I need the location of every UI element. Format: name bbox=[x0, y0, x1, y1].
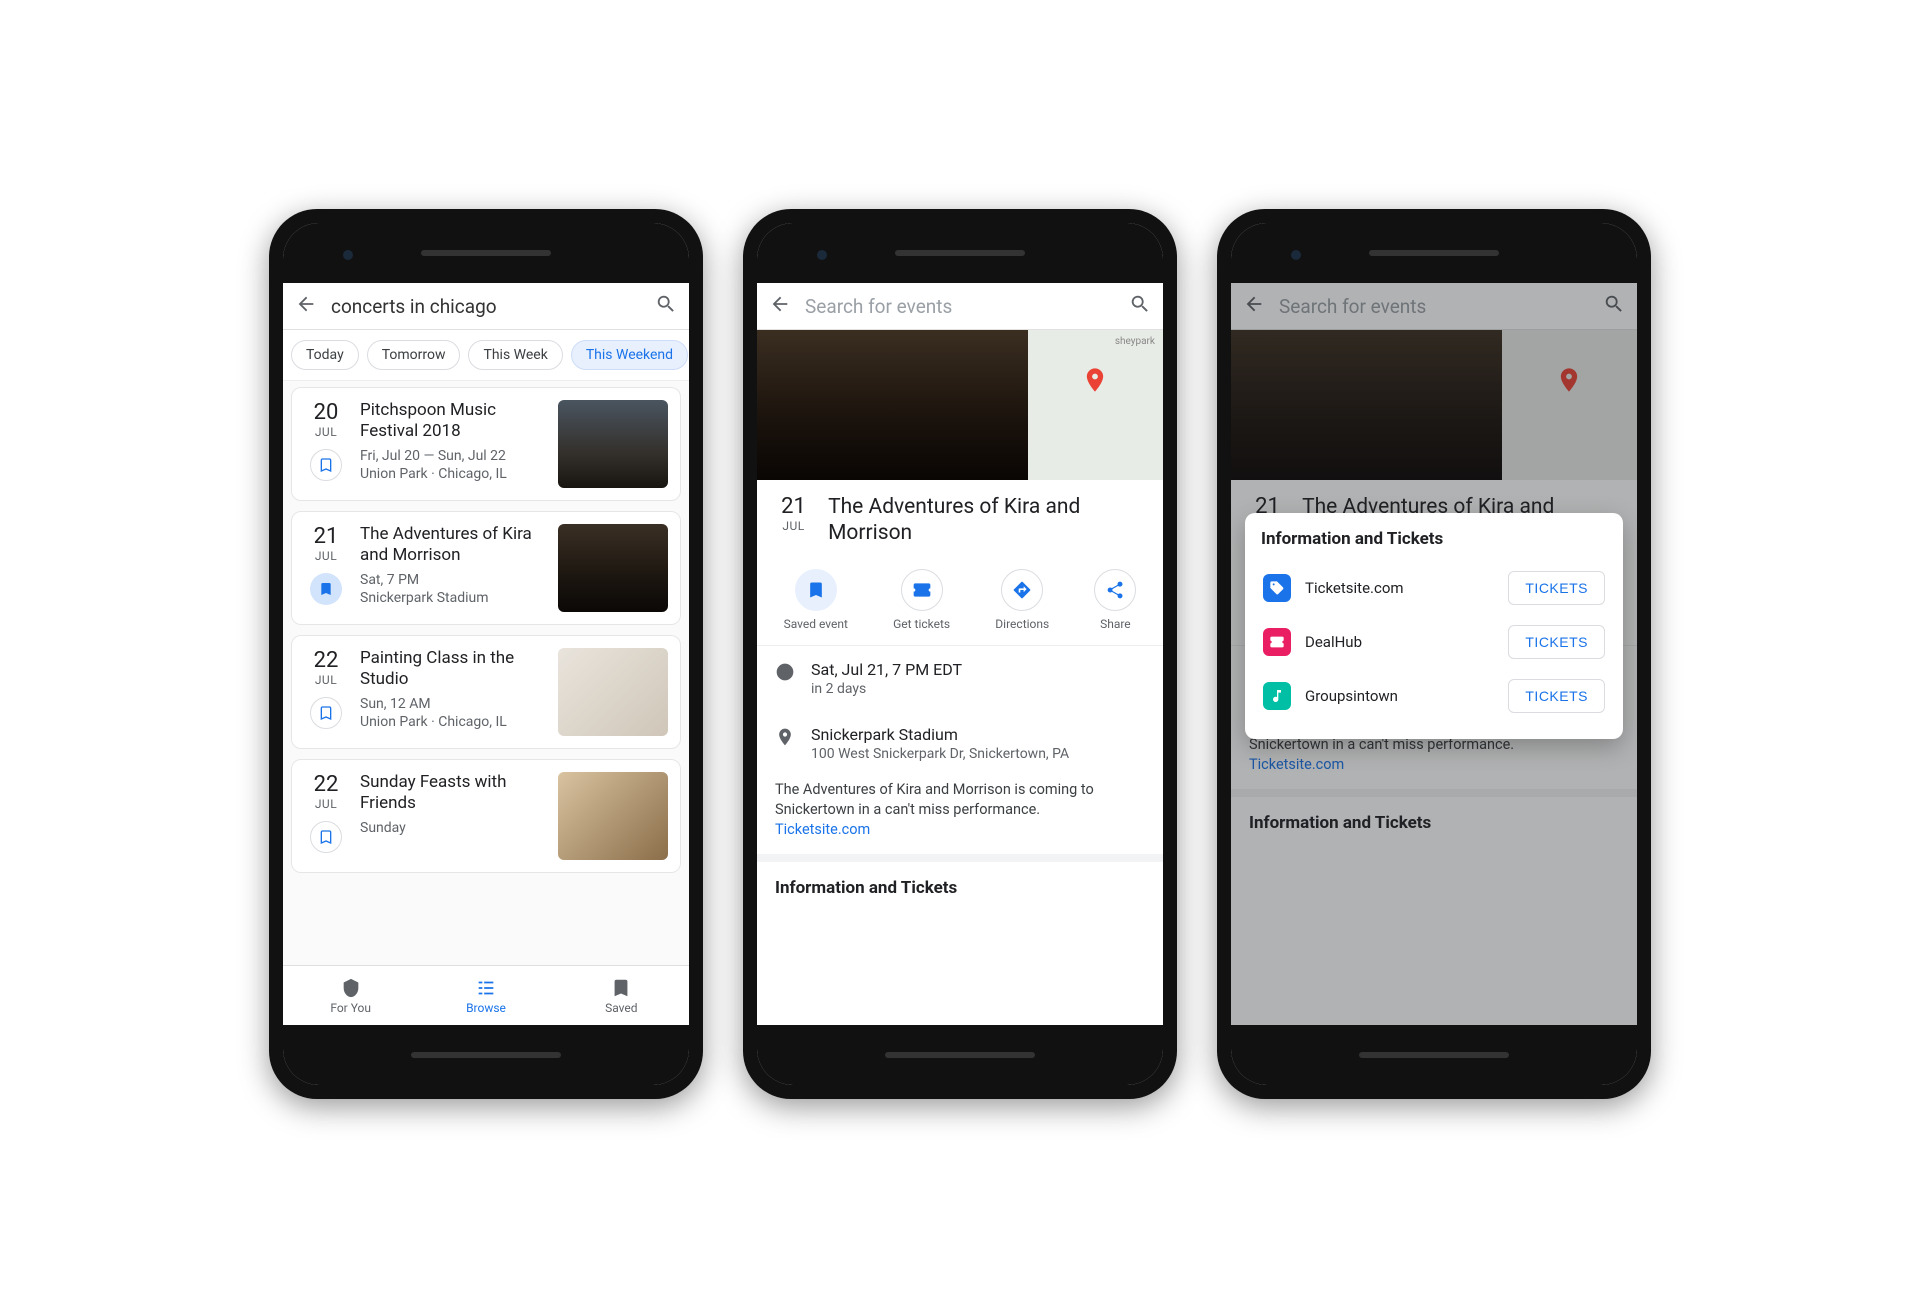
event-date-month: JUL bbox=[304, 673, 348, 687]
event-card[interactable]: 20 JUL Pitchspoon Music Festival 2018 Fr… bbox=[291, 387, 681, 501]
action-label: Get tickets bbox=[893, 617, 950, 631]
event-card[interactable]: 22 JUL Painting Class in the Studio Sun,… bbox=[291, 635, 681, 749]
event-date-month: JUL bbox=[304, 797, 348, 811]
event-title: Pitchspoon Music Festival 2018 bbox=[360, 400, 546, 443]
nav-label: Saved bbox=[605, 1001, 637, 1015]
chip-today[interactable]: Today bbox=[291, 340, 359, 370]
phone-detail: Search for events sheypark 21 JUL bbox=[743, 209, 1177, 1099]
provider-name: Ticketsite.com bbox=[1305, 579, 1494, 597]
event-title: The Adventures of Kira and Morrison bbox=[828, 494, 1147, 547]
where-sub: 100 West Snickerpark Dr, Snickertown, PA bbox=[811, 746, 1069, 762]
map-label: sheypark bbox=[1115, 336, 1155, 347]
music-icon bbox=[1263, 682, 1291, 710]
description-link[interactable]: Ticketsite.com bbox=[775, 821, 870, 838]
search-bar: Search for events bbox=[757, 283, 1163, 330]
tickets-button[interactable]: TICKETS bbox=[1508, 571, 1605, 605]
action-label: Saved event bbox=[784, 617, 848, 631]
event-date-month: JUL bbox=[773, 519, 814, 533]
action-label: Share bbox=[1100, 617, 1131, 631]
event-thumbnail bbox=[558, 524, 668, 612]
action-label: Directions bbox=[995, 617, 1049, 631]
provider-row: DealHub TICKETS bbox=[1261, 615, 1607, 669]
bookmark-icon[interactable] bbox=[310, 821, 342, 853]
event-card[interactable]: 21 JUL The Adventures of Kira and Morris… bbox=[291, 511, 681, 625]
section-header-tickets: Information and Tickets bbox=[757, 854, 1163, 914]
bookmark-icon[interactable] bbox=[310, 449, 342, 481]
provider-row: Groupsintown TICKETS bbox=[1261, 669, 1607, 723]
search-icon[interactable] bbox=[655, 293, 677, 319]
nav-saved[interactable]: Saved bbox=[554, 966, 689, 1025]
tickets-button[interactable]: TICKETS bbox=[1508, 625, 1605, 659]
event-dates: Sunday bbox=[360, 819, 546, 838]
event-date-day: 21 bbox=[304, 524, 348, 549]
event-date-month: JUL bbox=[304, 425, 348, 439]
event-date-month: JUL bbox=[304, 549, 348, 563]
chip-this-weekend[interactable]: This Weekend bbox=[571, 340, 688, 370]
search-icon[interactable] bbox=[1129, 293, 1151, 319]
event-thumbnail bbox=[558, 772, 668, 860]
date-filter-chips: Today Tomorrow This Week This Weekend bbox=[283, 330, 689, 381]
when-row: Sat, Jul 21, 7 PM EDT in 2 days bbox=[757, 646, 1163, 711]
provider-row: Ticketsite.com TICKETS bbox=[1261, 561, 1607, 615]
action-saved[interactable]: Saved event bbox=[784, 569, 848, 631]
nav-for-you[interactable]: For You bbox=[283, 966, 418, 1025]
event-location: Union Park · Chicago, IL bbox=[360, 713, 546, 732]
tag-icon bbox=[1263, 574, 1291, 602]
ticket-icon bbox=[1263, 628, 1291, 656]
event-title: The Adventures of Kira and Morrison bbox=[360, 524, 546, 567]
action-get-tickets[interactable]: Get tickets bbox=[893, 569, 950, 631]
event-card[interactable]: 22 JUL Sunday Feasts with Friends Sunday bbox=[291, 759, 681, 873]
chip-tomorrow[interactable]: Tomorrow bbox=[367, 340, 461, 370]
event-description: The Adventures of Kira and Morrison is c… bbox=[757, 776, 1163, 855]
tickets-popup: Information and Tickets Ticketsite.com T… bbox=[1245, 513, 1623, 739]
event-location: Union Park · Chicago, IL bbox=[360, 465, 546, 484]
where-row: Snickerpark Stadium 100 West Snickerpark… bbox=[757, 711, 1163, 776]
event-dates: Sun, 12 AM bbox=[360, 695, 546, 714]
action-row: Saved event Get tickets Directions Share bbox=[757, 561, 1163, 646]
event-title: Sunday Feasts with Friends bbox=[360, 772, 546, 815]
chip-this-week[interactable]: This Week bbox=[468, 340, 562, 370]
bookmark-icon[interactable] bbox=[310, 573, 342, 605]
event-photo bbox=[757, 330, 1028, 480]
event-thumbnail bbox=[558, 648, 668, 736]
map-pin-icon bbox=[1081, 366, 1109, 398]
event-date-day: 22 bbox=[304, 648, 348, 673]
nav-label: Browse bbox=[466, 1001, 506, 1015]
event-date-day: 20 bbox=[304, 400, 348, 425]
back-icon[interactable] bbox=[769, 293, 791, 319]
bookmark-icon[interactable] bbox=[310, 697, 342, 729]
action-share[interactable]: Share bbox=[1094, 569, 1136, 631]
event-thumbnail bbox=[558, 400, 668, 488]
event-map[interactable]: sheypark bbox=[1028, 330, 1163, 480]
popup-title: Information and Tickets bbox=[1261, 529, 1607, 549]
event-dates: Fri, Jul 20 — Sun, Jul 22 bbox=[360, 447, 546, 466]
action-directions[interactable]: Directions bbox=[995, 569, 1049, 631]
when-sub: in 2 days bbox=[811, 681, 962, 697]
nav-label: For You bbox=[330, 1001, 371, 1015]
when-main: Sat, Jul 21, 7 PM EDT bbox=[811, 660, 962, 679]
event-list: 20 JUL Pitchspoon Music Festival 2018 Fr… bbox=[283, 381, 689, 965]
event-title: Painting Class in the Studio bbox=[360, 648, 546, 691]
tickets-button[interactable]: TICKETS bbox=[1508, 679, 1605, 713]
back-icon[interactable] bbox=[295, 293, 317, 319]
nav-browse[interactable]: Browse bbox=[418, 966, 553, 1025]
search-query-text[interactable]: concerts in chicago bbox=[331, 295, 641, 318]
phone-ticket-popup: Search for events 21 JUL The Adve bbox=[1217, 209, 1651, 1099]
event-date-day: 22 bbox=[304, 772, 348, 797]
event-hero: sheypark bbox=[757, 330, 1163, 480]
location-icon bbox=[775, 727, 795, 747]
search-bar: concerts in chicago bbox=[283, 283, 689, 330]
event-location: Snickerpark Stadium bbox=[360, 589, 546, 608]
bottom-nav: For You Browse Saved bbox=[283, 965, 689, 1025]
search-placeholder[interactable]: Search for events bbox=[805, 295, 1115, 318]
phone-browse: concerts in chicago Today Tomorrow This … bbox=[269, 209, 703, 1099]
where-main: Snickerpark Stadium bbox=[811, 725, 1069, 744]
clock-icon bbox=[775, 662, 795, 682]
provider-name: DealHub bbox=[1305, 633, 1494, 651]
event-dates: Sat, 7 PM bbox=[360, 571, 546, 590]
event-date-day: 21 bbox=[773, 494, 814, 519]
provider-name: Groupsintown bbox=[1305, 687, 1494, 705]
